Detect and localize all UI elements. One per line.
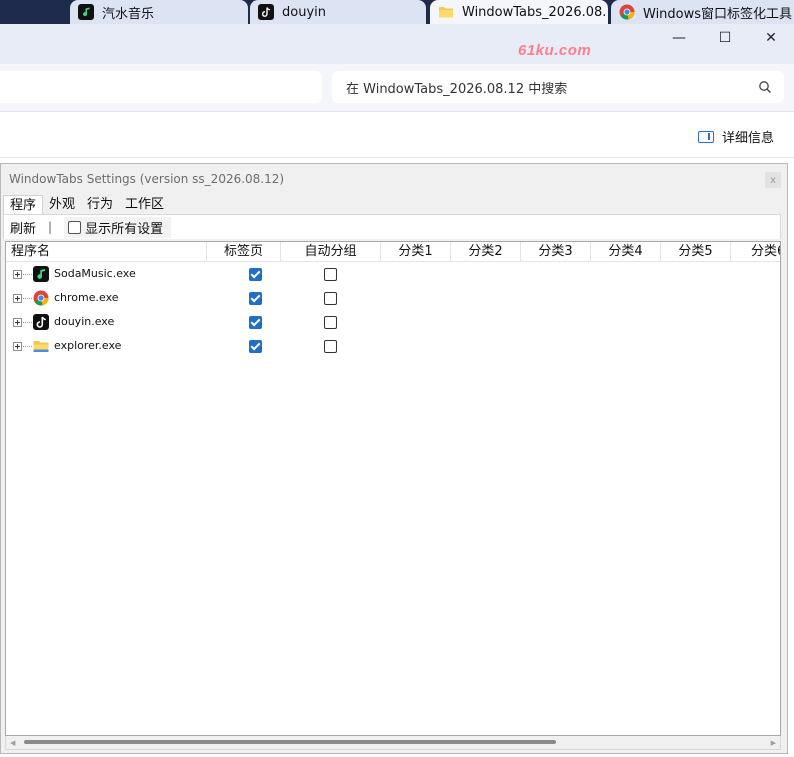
expand-icon[interactable] [13,294,22,303]
auto-group-checkbox[interactable] [324,340,337,353]
tree-connector [23,346,32,347]
column-program-name[interactable]: 程序名 [6,242,207,262]
column-category-5[interactable]: 分类5 [661,242,731,262]
scroll-right-icon[interactable]: ▶ [771,739,776,747]
close-button[interactable]: ✕ [748,24,794,52]
program-name: explorer.exe [54,339,122,352]
tab-programs[interactable]: 程序 [3,195,44,214]
window-tab-strip: 汽水音乐 douyin WindowTabs_2026.08.12 Window… [0,0,794,24]
settings-close-button[interactable]: x [765,172,781,188]
table-row[interactable]: SodaMusic.exe [6,263,780,287]
search-icon[interactable] [758,80,772,94]
tree-connector [23,274,32,275]
expand-icon[interactable] [13,318,22,327]
column-category-4[interactable]: 分类4 [591,242,661,262]
tabs-checkbox[interactable] [249,292,262,305]
folder-icon [438,4,454,20]
program-name: SodaMusic.exe [54,267,136,280]
folder-icon [33,341,49,352]
tab-douyin[interactable]: douyin [250,0,426,24]
table-row[interactable]: douyin.exe [6,311,780,335]
refresh-button[interactable]: 刷新 [10,218,36,237]
tab-label: WindowTabs_2026.08.12 [462,4,608,20]
horizontal-scrollbar[interactable]: ◀ ▶ [5,736,781,750]
tab-workspace[interactable]: 工作区 [119,195,170,214]
title-bar: 61ku.com — ☐ ✕ [0,24,794,64]
chrome-icon [619,4,635,20]
column-category-3[interactable]: 分类3 [521,242,591,262]
show-all-settings-toggle[interactable]: 显示所有设置 [64,216,172,238]
show-all-checkbox[interactable] [68,220,82,234]
auto-group-checkbox[interactable] [324,292,337,305]
column-tabs[interactable]: 标签页 [207,242,281,262]
settings-window: WindowTabs Settings (version ss_2026.08.… [0,163,788,754]
toolbar-separator: | [48,220,53,234]
settings-tab-bar: 程序 外观 行为 工作区 [3,195,170,214]
minimize-button[interactable]: — [656,24,702,52]
tab-behavior[interactable]: 行为 [81,195,119,214]
search-input[interactable]: 在 WindowTabs_2026.08.12 中搜索 [332,71,784,103]
program-name: chrome.exe [54,291,119,304]
settings-toolbar: 刷新 | 显示所有设置 [3,214,781,239]
douyin-icon [33,314,49,330]
show-all-label: 显示所有设置 [85,221,164,237]
tab-windows-tool[interactable]: Windows窗口标签化工具 [611,0,794,24]
tab-label: douyin [282,4,326,20]
column-category-2[interactable]: 分类2 [451,242,521,262]
tree-connector [23,298,32,299]
expand-icon[interactable] [13,270,22,279]
address-bar[interactable] [0,71,322,103]
column-auto-group[interactable]: 自动分组 [281,242,381,262]
details-label: 详细信息 [721,131,774,146]
chrome-icon [33,290,49,306]
details-button[interactable]: 详细信息 [697,127,774,146]
tab-label: Windows窗口标签化工具 [643,6,793,22]
auto-group-checkbox[interactable] [324,268,337,281]
tab-appearance[interactable]: 外观 [43,195,81,214]
tabs-checkbox[interactable] [249,316,262,329]
expand-icon[interactable] [13,342,22,351]
maximize-button[interactable]: ☐ [702,24,748,52]
table-row[interactable]: chrome.exe [6,287,780,311]
details-pane-icon [697,130,714,143]
douyin-icon [258,4,274,20]
address-row: 在 WindowTabs_2026.08.12 中搜索 [0,64,794,112]
scroll-left-icon[interactable]: ◀ [10,739,15,747]
soda-music-icon [33,266,49,282]
tabs-checkbox[interactable] [249,268,262,281]
search-placeholder: 在 WindowTabs_2026.08.12 中搜索 [346,81,568,97]
tabs-checkbox[interactable] [249,340,262,353]
auto-group-checkbox[interactable] [324,316,337,329]
tree-connector [23,322,32,323]
soda-music-icon [78,4,94,20]
grid-header: 程序名 标签页 自动分组 分类1 分类2 分类3 分类4 分类5 分类6 [6,242,780,262]
tab-soda-music[interactable]: 汽水音乐 [70,0,248,24]
settings-title: WindowTabs Settings (version ss_2026.08.… [9,172,285,186]
program-grid: 程序名 标签页 自动分组 分类1 分类2 分类3 分类4 分类5 分类6 Sod… [5,241,781,736]
column-category-6[interactable]: 分类6 [731,242,780,262]
command-bar: 详细信息 [0,112,794,158]
watermark: 61ku.com [518,42,592,59]
table-row[interactable]: explorer.exe [6,335,780,359]
column-category-1[interactable]: 分类1 [381,242,451,262]
tab-windowtabs-folder[interactable]: WindowTabs_2026.08.12 [430,0,608,24]
program-name: douyin.exe [54,315,115,328]
scrollbar-thumb[interactable] [24,740,556,744]
tab-label: 汽水音乐 [102,6,155,22]
